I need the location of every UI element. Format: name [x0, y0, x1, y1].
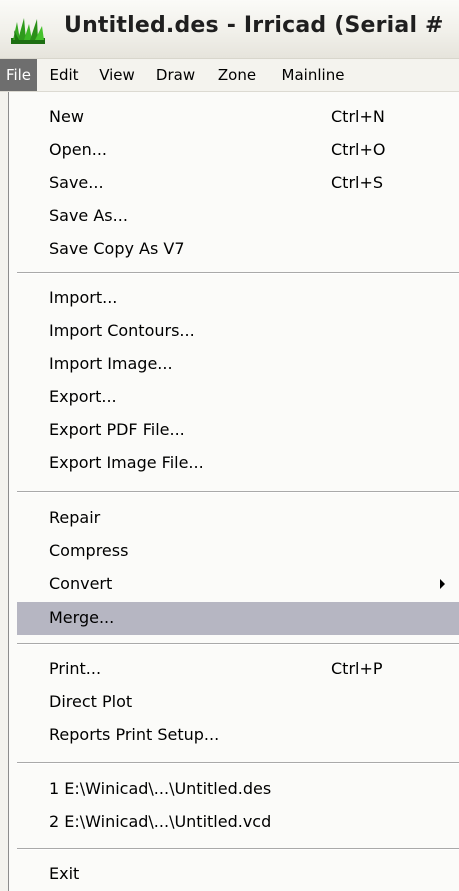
menu-item-exit[interactable]: Exit — [9, 858, 459, 891]
menu-item-compress[interactable]: Compress — [9, 535, 459, 568]
menu-item-shortcut: Ctrl+S — [331, 173, 384, 192]
menu-item-label: Repair — [49, 508, 101, 527]
menu-item-export[interactable]: Export... — [9, 381, 459, 414]
menu-item-repair[interactable]: Repair — [9, 502, 459, 535]
menu-item-shortcut: Ctrl+O — [331, 140, 386, 159]
menu-item-save[interactable]: Save... Ctrl+S — [9, 167, 459, 200]
menu-item-label: New — [49, 107, 84, 126]
menu-item-label: 1 E:\Winicad\...\Untitled.des — [49, 779, 272, 798]
menu-item-convert[interactable]: Convert — [9, 568, 459, 601]
menu-item-shortcut: Ctrl+N — [331, 107, 385, 126]
menu-item-label: Save As... — [49, 206, 128, 225]
menu-draw[interactable]: Draw — [147, 59, 204, 91]
menu-item-direct-plot[interactable]: Direct Plot — [9, 686, 459, 719]
menu-separator — [17, 491, 459, 493]
menu-separator — [17, 848, 459, 850]
menu-item-label: Merge... — [49, 608, 115, 627]
menu-item-label: Export PDF File... — [49, 420, 185, 439]
menu-view[interactable]: View — [92, 59, 142, 91]
file-menu-dropdown: New Ctrl+N Open... Ctrl+O Save... Ctrl+S… — [8, 92, 459, 891]
menu-item-import-contours[interactable]: Import Contours... — [9, 315, 459, 348]
menu-item-open[interactable]: Open... Ctrl+O — [9, 134, 459, 167]
menu-zone[interactable]: Zone — [210, 59, 264, 91]
menu-item-label: Open... — [49, 140, 107, 159]
menu-item-recent-file-1[interactable]: 1 E:\Winicad\...\Untitled.des — [9, 773, 459, 806]
menu-item-save-as[interactable]: Save As... — [9, 200, 459, 233]
window-title: Untitled.des - Irricad (Serial # — [64, 13, 444, 38]
menu-item-export-image-file[interactable]: Export Image File... — [9, 447, 459, 480]
menu-item-label: Save... — [49, 173, 104, 192]
menu-item-label: Export Image File... — [49, 453, 204, 472]
menu-item-label: Exit — [49, 864, 80, 883]
menu-item-recent-file-2[interactable]: 2 E:\Winicad\...\Untitled.vcd — [9, 806, 459, 839]
title-bar: Untitled.des - Irricad (Serial # — [0, 0, 459, 59]
menu-item-label: Compress — [49, 541, 129, 560]
menu-item-import[interactable]: Import... — [9, 282, 459, 315]
submenu-arrow-icon — [440, 579, 445, 589]
menu-item-label: Convert — [49, 574, 113, 593]
menu-item-label: Print... — [49, 659, 102, 678]
menu-item-shortcut: Ctrl+P — [331, 659, 383, 678]
menu-item-print[interactable]: Print... Ctrl+P — [9, 653, 459, 686]
menu-edit[interactable]: Edit — [42, 59, 86, 91]
menu-item-reports-print-setup[interactable]: Reports Print Setup... — [9, 719, 459, 752]
menu-separator — [17, 762, 459, 764]
menu-item-label: Save Copy As V7 — [49, 239, 185, 258]
menu-separator — [17, 272, 459, 274]
menu-separator — [17, 643, 459, 645]
menu-item-label: Reports Print Setup... — [49, 725, 220, 744]
menu-item-new[interactable]: New Ctrl+N — [9, 101, 459, 134]
menu-mainline[interactable]: Mainline — [268, 59, 358, 91]
menu-item-merge[interactable]: Merge... — [17, 602, 459, 635]
irricad-grass-icon — [11, 18, 45, 44]
menu-item-label: Import Contours... — [49, 321, 195, 340]
menu-item-export-pdf-file[interactable]: Export PDF File... — [9, 414, 459, 447]
menu-item-label: Import Image... — [49, 354, 173, 373]
menu-item-import-image[interactable]: Import Image... — [9, 348, 459, 381]
menu-item-save-copy-as-v7[interactable]: Save Copy As V7 — [9, 233, 459, 266]
menu-bar: File Edit View Draw Zone Mainline — [0, 59, 459, 92]
menu-file[interactable]: File — [0, 59, 37, 91]
menu-item-label: Direct Plot — [49, 692, 133, 711]
menu-item-label: 2 E:\Winicad\...\Untitled.vcd — [49, 812, 272, 831]
menu-item-label: Export... — [49, 387, 117, 406]
menu-item-label: Import... — [49, 288, 118, 307]
